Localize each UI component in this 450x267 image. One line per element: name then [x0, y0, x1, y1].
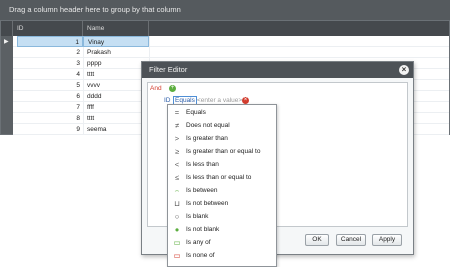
less-equal-icon: ≤ — [174, 173, 180, 182]
close-icon[interactable]: × — [399, 65, 409, 75]
table-row[interactable]: 2 Prakash — [13, 47, 449, 58]
greater-equal-icon: ≥ — [174, 147, 180, 156]
operator-item-equals[interactable]: = Equals — [168, 106, 276, 119]
operator-item-between[interactable]: ⌢ Is between — [168, 184, 276, 197]
operator-item-blank[interactable]: ○ Is blank — [168, 210, 276, 223]
not-equal-icon: ≠ — [174, 121, 180, 130]
not-between-icon: ⊔ — [174, 199, 180, 208]
group-panel[interactable]: Drag a column header here to group by th… — [0, 0, 450, 20]
operator-label: Is not between — [186, 200, 229, 207]
add-condition-icon[interactable]: + — [169, 85, 176, 92]
cell-name[interactable]: tttt — [83, 69, 149, 80]
operator-label: Does not equal — [186, 122, 230, 129]
greater-than-icon: > — [174, 134, 180, 143]
operator-label: Is between — [186, 187, 218, 194]
apply-button[interactable]: Apply — [372, 234, 402, 246]
column-header-name[interactable]: Name — [83, 21, 149, 36]
cell-name[interactable]: seema — [83, 124, 149, 135]
cell-name[interactable]: vvvv — [83, 80, 149, 91]
cell-id[interactable]: 2 — [17, 47, 83, 58]
cell-id[interactable]: 8 — [17, 113, 83, 124]
cell-name[interactable]: Prakash — [83, 47, 149, 58]
cell-name[interactable]: dddd — [83, 91, 149, 102]
cell-name[interactable]: pppp — [83, 58, 149, 69]
operator-label: Is greater than — [186, 135, 228, 142]
indicator-header — [1, 21, 13, 36]
operator-label: Is any of — [186, 239, 211, 246]
column-header-id[interactable]: ID — [13, 21, 83, 36]
cell-name[interactable]: ffff — [83, 102, 149, 113]
operator-label: Equals — [186, 109, 206, 116]
group-logic-operator[interactable]: And — [150, 85, 162, 92]
operator-label: Is less than — [186, 161, 219, 168]
cell-id[interactable]: 1 — [17, 36, 83, 47]
table-row[interactable]: 1 Vinay — [13, 36, 449, 47]
between-icon: ⌢ — [174, 186, 180, 195]
equals-icon: = — [174, 108, 180, 117]
cell-name[interactable]: tttt — [83, 113, 149, 124]
operator-label: Is not blank — [186, 226, 220, 233]
operator-label: Is less than or equal to — [186, 174, 252, 181]
operator-item-greater-than-or-equal[interactable]: ≥ Is greater than or equal to — [168, 145, 276, 158]
operator-label: Is none of — [186, 252, 215, 259]
operator-dropdown[interactable]: = Equals ≠ Does not equal > Is greater t… — [167, 104, 277, 267]
blank-icon: ○ — [174, 212, 180, 221]
operator-item-less-than-or-equal[interactable]: ≤ Is less than or equal to — [168, 171, 276, 184]
operator-label: Is greater than or equal to — [186, 148, 261, 155]
cell-id[interactable]: 7 — [17, 102, 83, 113]
operator-item-none-of[interactable]: ▭ Is none of — [168, 249, 276, 262]
condition-value-input[interactable]: <enter a value> — [197, 97, 242, 104]
operator-item-greater-than[interactable]: > Is greater than — [168, 132, 276, 145]
remove-condition-icon[interactable]: × — [242, 97, 249, 104]
cell-id[interactable]: 4 — [17, 69, 83, 80]
operator-item-not-between[interactable]: ⊔ Is not between — [168, 197, 276, 210]
cancel-button[interactable]: Cancel — [336, 234, 366, 246]
not-blank-icon: ● — [174, 225, 180, 234]
cell-id[interactable]: 3 — [17, 58, 83, 69]
cell-name[interactable]: Vinay — [83, 36, 149, 47]
dialog-title[interactable]: Filter Editor — [142, 62, 413, 78]
cell-id[interactable]: 9 — [17, 124, 83, 135]
operator-item-does-not-equal[interactable]: ≠ Does not equal — [168, 119, 276, 132]
cell-id[interactable]: 6 — [17, 91, 83, 102]
operator-item-less-than[interactable]: < Is less than — [168, 158, 276, 171]
less-than-icon: < — [174, 160, 180, 169]
any-of-icon: ▭ — [173, 238, 181, 247]
ok-button[interactable]: OK — [305, 234, 329, 246]
grid-header: ID Name — [1, 21, 449, 36]
operator-item-any-of[interactable]: ▭ Is any of — [168, 236, 276, 249]
current-row-arrow-icon: ▶ — [4, 39, 9, 45]
none-of-icon: ▭ — [173, 251, 181, 260]
condition-field[interactable]: ID — [164, 97, 171, 104]
row-indicator-column: ▶ — [1, 36, 13, 134]
cell-id[interactable]: 5 — [17, 80, 83, 91]
operator-label: Is blank — [186, 213, 209, 220]
operator-item-not-blank[interactable]: ● Is not blank — [168, 223, 276, 236]
